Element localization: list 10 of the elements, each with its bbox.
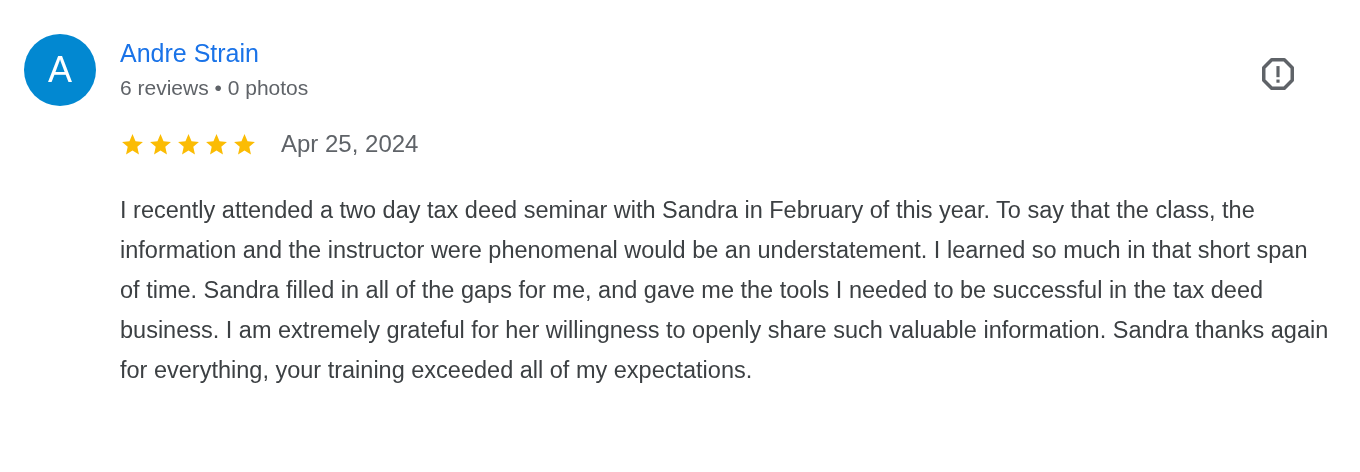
avatar: A (24, 34, 96, 106)
reviewer-name[interactable]: Andre Strain (120, 34, 309, 72)
review-text: I recently attended a two day tax deed seminar with Sandra in February of this year. To say that the class, the information and the instructor were phenomenal would be an understatement. I learned so much in that short span of time. Sandra filled in all of the gaps for me, and gave me the tools I needed to be successful in the tax deed business. I am extremely grateful for her willingness to openly share such valuable information. Sandra thanks again for everything, your training exceeded all of my expectations. (120, 196, 1330, 385)
star-icon (176, 131, 201, 157)
reviewer-stats: 6 reviews • 0 photos (120, 75, 309, 101)
review-date: Apr 25, 2024 (281, 129, 419, 159)
star-icon (120, 131, 145, 157)
star-icon (204, 131, 229, 157)
star-icon (148, 131, 173, 157)
star-icon (232, 131, 257, 157)
